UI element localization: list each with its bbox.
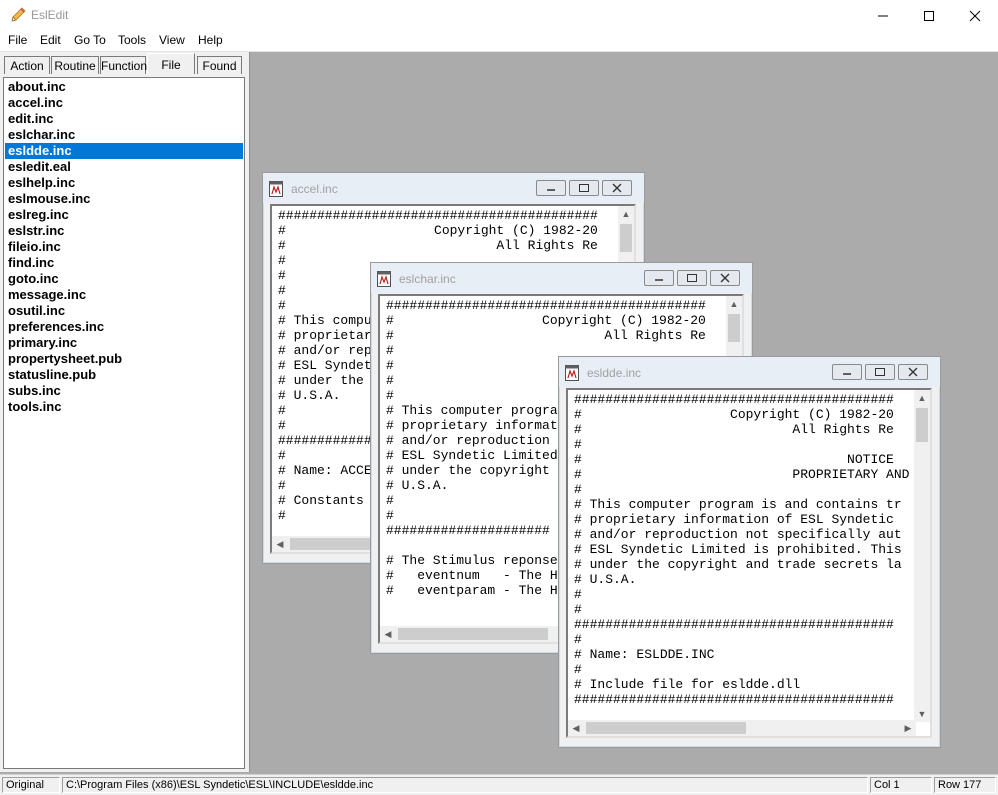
list-item[interactable]: about.inc [5, 79, 243, 95]
close-icon [969, 10, 981, 21]
left-panel: Action Routine Function File Found about… [0, 52, 250, 772]
maximize-icon [924, 10, 934, 21]
child-title: accel.inc [291, 182, 338, 196]
tab-file[interactable]: File [147, 53, 195, 74]
child-close-button[interactable] [898, 364, 928, 380]
file-icon [377, 271, 391, 287]
menu-goto[interactable]: Go To [74, 33, 106, 47]
scroll-thumb[interactable] [586, 722, 746, 734]
status-col: Col 1 [870, 777, 932, 793]
minimize-icon [547, 189, 555, 191]
list-item[interactable]: eslhelp.inc [5, 175, 243, 191]
minimize-icon [843, 373, 851, 375]
pencil-icon [9, 6, 27, 24]
close-icon [612, 183, 622, 193]
menu-help[interactable]: Help [198, 33, 223, 47]
list-item[interactable]: tools.inc [5, 399, 243, 415]
child-close-button[interactable] [710, 270, 740, 286]
scroll-left-icon[interactable]: ◀ [272, 536, 288, 552]
child-title-bar[interactable]: eslchar.inc [371, 263, 752, 293]
child-maximize-button[interactable] [569, 180, 599, 196]
list-item[interactable]: propertysheet.pub [5, 351, 243, 367]
close-icon [720, 273, 730, 283]
maximize-icon [579, 184, 589, 192]
file-icon [269, 181, 283, 197]
minimize-icon [878, 15, 888, 16]
list-item-selected[interactable]: esldde.inc [5, 143, 243, 159]
file-icon [565, 365, 579, 381]
list-item[interactable]: esledit.eal [5, 159, 243, 175]
scroll-thumb[interactable] [398, 628, 548, 640]
tab-function[interactable]: Function [100, 56, 147, 74]
status-mode: Original [2, 777, 60, 793]
file-list[interactable]: about.inc accel.inc edit.inc eslchar.inc… [3, 77, 245, 769]
child-minimize-button[interactable] [644, 270, 674, 286]
status-row: Row 177 [934, 777, 996, 793]
list-item[interactable]: eslmouse.inc [5, 191, 243, 207]
child-window-esldde[interactable]: esldde.inc #############################… [558, 356, 941, 748]
horizontal-scrollbar[interactable]: ◀ ▶ [568, 720, 916, 736]
child-close-button[interactable] [602, 180, 632, 196]
list-item[interactable]: accel.inc [5, 95, 243, 111]
child-minimize-button[interactable] [832, 364, 862, 380]
scroll-up-icon[interactable]: ▲ [726, 296, 742, 312]
list-item[interactable]: primary.inc [5, 335, 243, 351]
minimize-icon [655, 279, 663, 281]
list-item[interactable]: eslchar.inc [5, 127, 243, 143]
child-title: esldde.inc [587, 366, 642, 380]
menu-view[interactable]: View [159, 33, 185, 47]
menu-tools[interactable]: Tools [118, 33, 146, 47]
vertical-scrollbar[interactable]: ▲ ▼ [914, 390, 930, 722]
child-title-bar[interactable]: accel.inc [263, 173, 644, 203]
scroll-thumb[interactable] [620, 224, 632, 252]
list-item[interactable]: goto.inc [5, 271, 243, 287]
status-path: C:\Program Files (x86)\ESL Syndetic\ESL\… [62, 777, 868, 793]
list-item[interactable]: eslreg.inc [5, 207, 243, 223]
menu-edit[interactable]: Edit [40, 33, 61, 47]
minimize-button[interactable] [860, 0, 906, 31]
list-item[interactable]: subs.inc [5, 383, 243, 399]
menu-file[interactable]: File [8, 33, 27, 47]
scroll-right-icon[interactable]: ▶ [900, 720, 916, 736]
list-item[interactable]: eslstr.inc [5, 223, 243, 239]
window-title: EslEdit [31, 8, 69, 22]
menu-bar: File Edit Go To Tools View Help [0, 31, 998, 52]
list-item[interactable]: fileio.inc [5, 239, 243, 255]
maximize-icon [687, 274, 697, 282]
list-item[interactable]: edit.inc [5, 111, 243, 127]
close-button[interactable] [952, 0, 998, 31]
child-minimize-button[interactable] [536, 180, 566, 196]
child-maximize-button[interactable] [865, 364, 895, 380]
list-item[interactable]: preferences.inc [5, 319, 243, 335]
child-title: eslchar.inc [399, 272, 456, 286]
scroll-thumb[interactable] [916, 408, 928, 442]
close-icon [908, 367, 918, 377]
scroll-left-icon[interactable]: ◀ [568, 720, 584, 736]
scroll-left-icon[interactable]: ◀ [380, 626, 396, 642]
title-bar[interactable]: EslEdit [0, 0, 998, 31]
scroll-up-icon[interactable]: ▲ [618, 206, 634, 222]
tab-found[interactable]: Found [197, 56, 242, 74]
scroll-up-icon[interactable]: ▲ [914, 390, 930, 406]
maximize-icon [875, 368, 885, 376]
list-item[interactable]: message.inc [5, 287, 243, 303]
code-text: ########################################… [574, 392, 925, 707]
scroll-down-icon[interactable]: ▼ [914, 706, 930, 722]
list-item[interactable]: find.inc [5, 255, 243, 271]
status-bar: Original C:\Program Files (x86)\ESL Synd… [0, 774, 998, 795]
list-item[interactable]: statusline.pub [5, 367, 243, 383]
code-editor[interactable]: ########################################… [566, 388, 932, 738]
child-maximize-button[interactable] [677, 270, 707, 286]
list-item[interactable]: osutil.inc [5, 303, 243, 319]
scroll-thumb[interactable] [728, 314, 740, 342]
child-title-bar[interactable]: esldde.inc [559, 357, 940, 387]
tab-routine[interactable]: Routine [51, 56, 99, 74]
tab-action[interactable]: Action [4, 56, 50, 74]
maximize-button[interactable] [906, 0, 952, 31]
